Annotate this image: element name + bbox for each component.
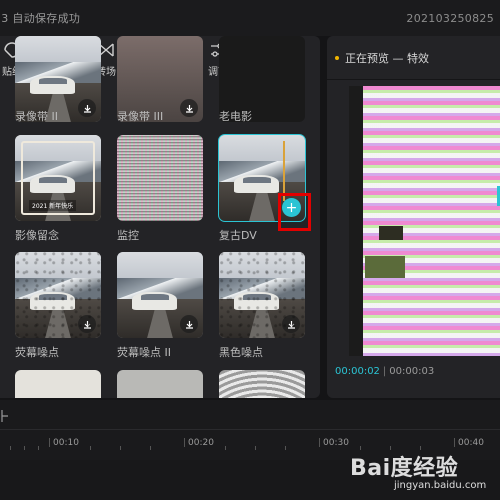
ruler-tick: 00:20: [183, 438, 214, 448]
current-time: 00:00:02: [335, 366, 380, 377]
top-bar: 13 自动保存成功 202103250825: [0, 0, 500, 36]
effect-thumbnail: [219, 252, 305, 338]
watermark-url: jingyan.baidu.com: [394, 480, 487, 491]
download-icon[interactable]: [180, 99, 198, 117]
timecode: 00:00:02 | 00:00:03: [335, 366, 435, 377]
ruler-tick: 00:30: [318, 438, 349, 448]
status-dot: [335, 55, 339, 60]
preview-title: 正在预览 — 特效: [345, 51, 429, 65]
project-name: 202103250825: [406, 11, 494, 25]
highlight-box: [278, 193, 311, 231]
app-window: 13 自动保存成功 202103250825 贴纸 特效 转场: [0, 0, 500, 500]
effects-grid: 录像带 II 录像带 III 老电影 2021 新年快乐 影像留念 监控 复古D…: [0, 36, 320, 398]
effect-label: 监控: [117, 229, 139, 242]
autosave-status: 13 自动保存成功: [0, 12, 81, 25]
download-icon[interactable]: [78, 315, 96, 333]
effect-thumbnail: [117, 135, 203, 221]
effect-thumbnail: [117, 370, 203, 398]
effect-label: 复古DV: [219, 229, 257, 242]
effect-thumbnail: [15, 370, 101, 398]
download-icon[interactable]: [282, 315, 300, 333]
download-icon[interactable]: [180, 315, 198, 333]
preview-video[interactable]: [349, 86, 500, 356]
split-icon[interactable]: [0, 408, 10, 422]
effect-label: 影像留念: [15, 229, 59, 242]
timeline-toolbar: [0, 400, 500, 430]
preview-panel: 正在预览 — 特效 00:00:02 | 00:00:03: [327, 36, 500, 398]
watermark: Bai度经验 jingyan.baidu.com: [350, 450, 490, 496]
effects-panel: 贴纸 特效 转场 滤镜: [0, 36, 320, 398]
ruler-tick: 00:40: [453, 438, 484, 448]
effect-stamp-text: 2021 新年快乐: [29, 200, 77, 211]
effect-label: 老电影: [219, 110, 252, 123]
preview-header: 正在预览 — 特效: [327, 36, 500, 80]
effect-label: 黑色噪点: [219, 346, 263, 359]
effect-label: 荧幕噪点 II: [117, 346, 171, 359]
effect-thumbnail: [15, 252, 101, 338]
ruler-tick: 00:10: [48, 438, 79, 448]
watermark-logo: Bai度经验: [350, 456, 459, 481]
effect-label: 荧幕噪点: [15, 346, 59, 359]
effect-thumbnail: [219, 370, 305, 398]
effect-label: 录像带 II: [15, 110, 58, 123]
effect-label: 录像带 III: [117, 110, 164, 123]
total-time: 00:00:03: [389, 366, 435, 377]
effect-thumbnail: 2021 新年快乐: [15, 135, 101, 221]
effect-thumbnail: [117, 252, 203, 338]
download-icon[interactable]: [78, 99, 96, 117]
